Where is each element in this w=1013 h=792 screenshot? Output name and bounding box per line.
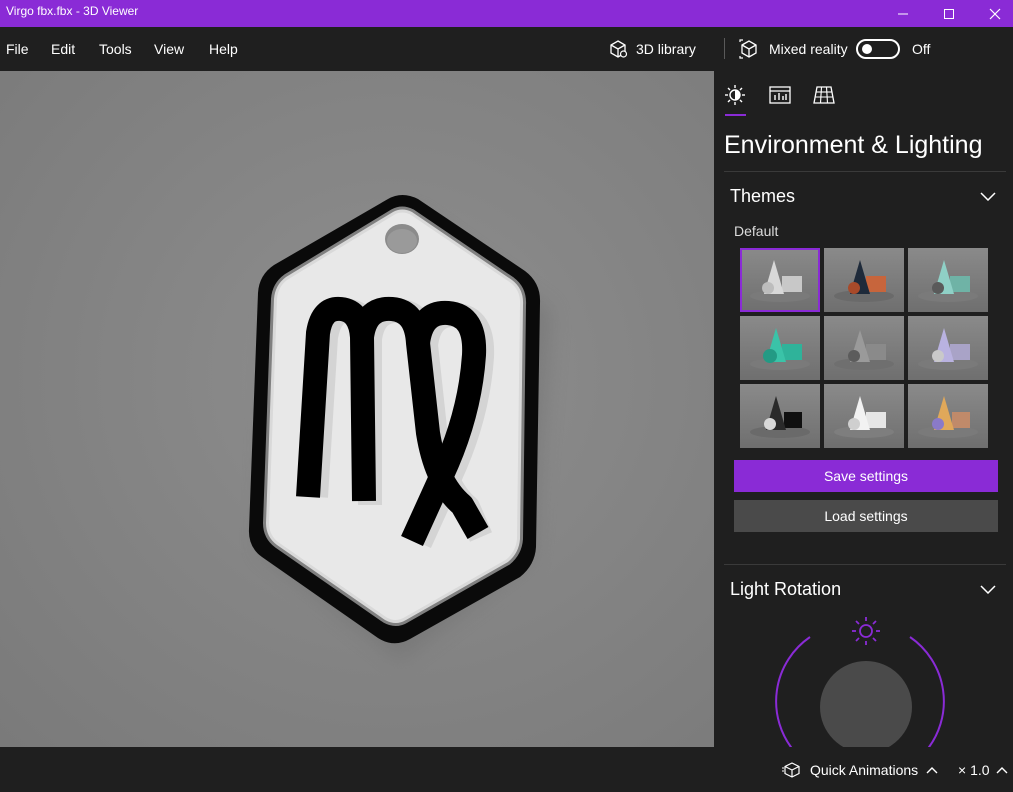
- mixed-reality-label: Mixed reality: [769, 41, 848, 57]
- side-panel: Environment & Lighting Themes Default Sa…: [714, 71, 1013, 747]
- chevron-up-icon: [926, 767, 938, 774]
- menu-bar: File Edit Tools View Help 3D library Mix…: [0, 27, 1013, 71]
- quick-animations-button[interactable]: Quick Animations: [782, 762, 938, 778]
- theme-thumbnail-default[interactable]: [740, 248, 820, 312]
- theme-thumbnail[interactable]: [908, 248, 988, 312]
- maximize-button[interactable]: [926, 0, 972, 27]
- sun-icon: [725, 85, 745, 105]
- status-bar: Quick Animations × 1.0: [0, 747, 1013, 792]
- theme-thumbnail[interactable]: [740, 316, 820, 380]
- selected-theme-name: Default: [734, 223, 779, 239]
- cube-icon: [610, 40, 628, 58]
- selected-tab-indicator: [725, 114, 746, 116]
- menu-edit[interactable]: Edit: [51, 41, 75, 57]
- sun-handle-icon: [852, 617, 880, 645]
- save-settings-button[interactable]: Save settings: [734, 460, 998, 492]
- menu-separator: [724, 38, 725, 59]
- 3d-viewport[interactable]: [0, 71, 714, 747]
- light-rotation-dial[interactable]: [774, 611, 954, 747]
- mixed-reality-icon: [739, 39, 757, 59]
- theme-thumbnail[interactable]: [824, 316, 904, 380]
- divider: [724, 171, 1006, 172]
- playback-speed-label: × 1.0: [958, 762, 990, 778]
- toggle-knob: [862, 44, 872, 54]
- 3d-library-button[interactable]: 3D library: [608, 37, 696, 61]
- mixed-reality-toggle[interactable]: [856, 39, 900, 59]
- playback-speed-button[interactable]: × 1.0: [958, 762, 1008, 778]
- chevron-down-icon[interactable]: [980, 584, 996, 594]
- light-rotation-heading[interactable]: Light Rotation: [730, 579, 841, 600]
- theme-thumbnail[interactable]: [740, 384, 820, 448]
- title-bar: Virgo fbx.fbx - 3D Viewer: [0, 0, 1013, 27]
- close-button[interactable]: [972, 0, 1013, 27]
- quick-animations-label: Quick Animations: [810, 762, 919, 778]
- menu-help[interactable]: Help: [209, 41, 238, 57]
- menu-tools[interactable]: Tools: [99, 41, 132, 57]
- chevron-down-icon[interactable]: [980, 191, 996, 201]
- minimize-button[interactable]: [880, 0, 926, 27]
- tab-stats-shading[interactable]: [768, 83, 792, 107]
- tab-environment-lighting[interactable]: [723, 83, 747, 107]
- menu-file[interactable]: File: [6, 41, 29, 57]
- themes-heading[interactable]: Themes: [730, 186, 795, 207]
- 3d-library-label: 3D library: [636, 41, 696, 57]
- virgo-model: [248, 195, 552, 661]
- mixed-reality-button[interactable]: Mixed reality: [739, 37, 848, 61]
- theme-thumbnail[interactable]: [824, 248, 904, 312]
- divider: [724, 564, 1006, 565]
- animation-cube-icon: [782, 762, 800, 778]
- load-settings-button[interactable]: Load settings: [734, 500, 998, 532]
- stats-icon: [769, 86, 791, 104]
- minimize-icon: [898, 13, 908, 14]
- panel-title: Environment & Lighting: [724, 131, 983, 159]
- grid-icon: [813, 86, 835, 104]
- chevron-up-icon: [996, 767, 1008, 774]
- theme-thumbnail[interactable]: [824, 384, 904, 448]
- mixed-reality-state: Off: [912, 41, 931, 57]
- theme-thumbnail[interactable]: [908, 384, 988, 448]
- maximize-icon: [944, 8, 954, 19]
- theme-thumbnail[interactable]: [908, 316, 988, 380]
- theme-grid: [740, 248, 988, 448]
- close-icon: [989, 8, 1001, 19]
- menu-view[interactable]: View: [154, 41, 184, 57]
- window-title: Virgo fbx.fbx - 3D Viewer: [6, 4, 139, 18]
- tab-grid-views[interactable]: [812, 83, 836, 107]
